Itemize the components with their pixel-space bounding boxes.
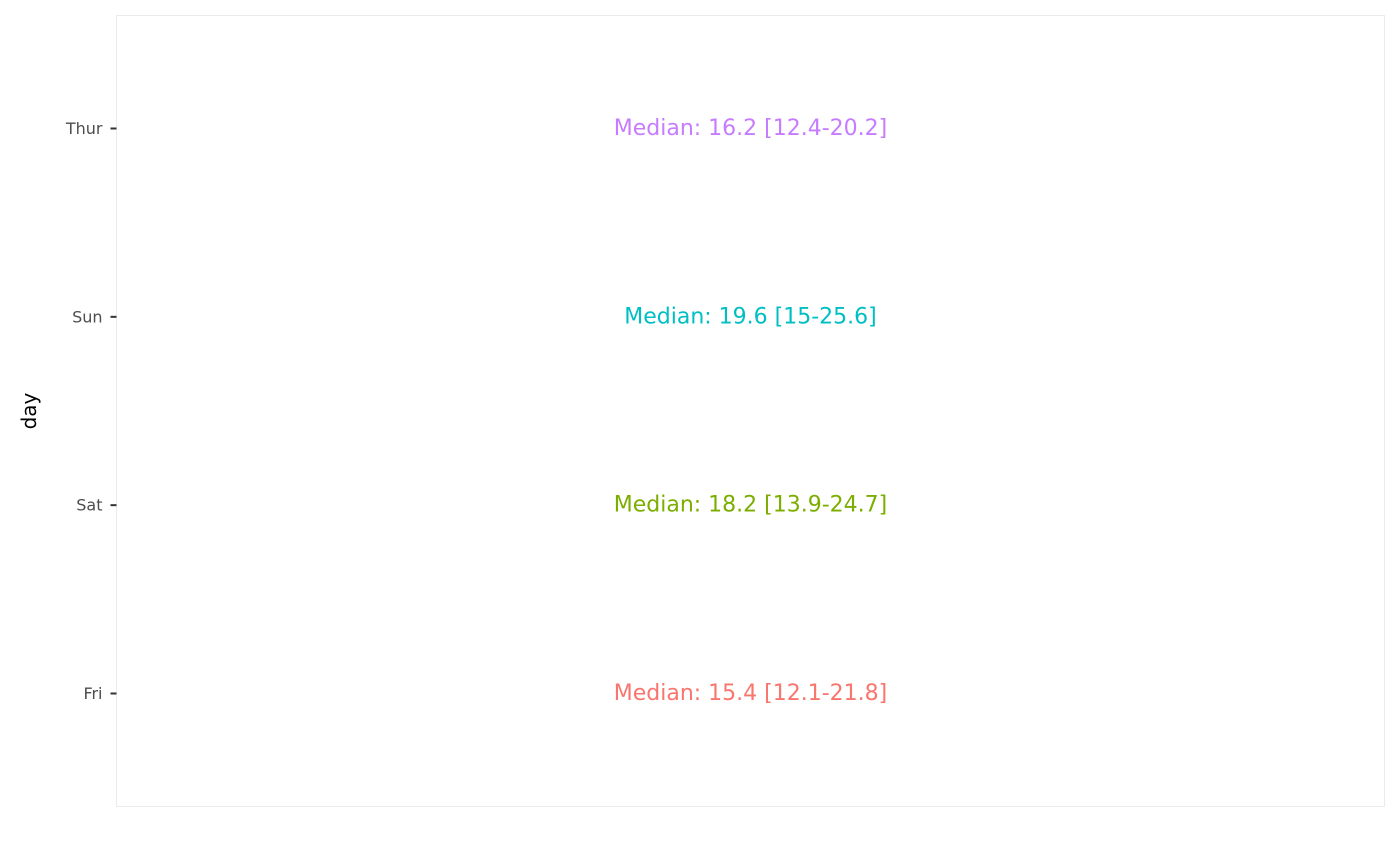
y-axis-ticks: Fri Sat Sun Thur [65,119,117,703]
y-tick-label: Thur [65,119,103,138]
median-label-thur: Median: 16.2 [12.4-20.2] [614,116,887,141]
chart: day Fri Sat Sun Thur Median: 16.2 [12.4-20.… [17,15,1385,807]
y-axis-title: day [17,392,41,429]
median-label-fri: Median: 15.4 [12.1-21.8] [614,681,887,706]
median-label-sat: Median: 18.2 [13.9-24.7] [614,493,887,518]
y-tick-label: Sun [72,307,102,326]
median-label-sun: Median: 19.6 [15-25.6] [624,304,876,329]
y-tick-label: Sat [76,496,102,515]
y-tick-label: Fri [83,684,102,703]
